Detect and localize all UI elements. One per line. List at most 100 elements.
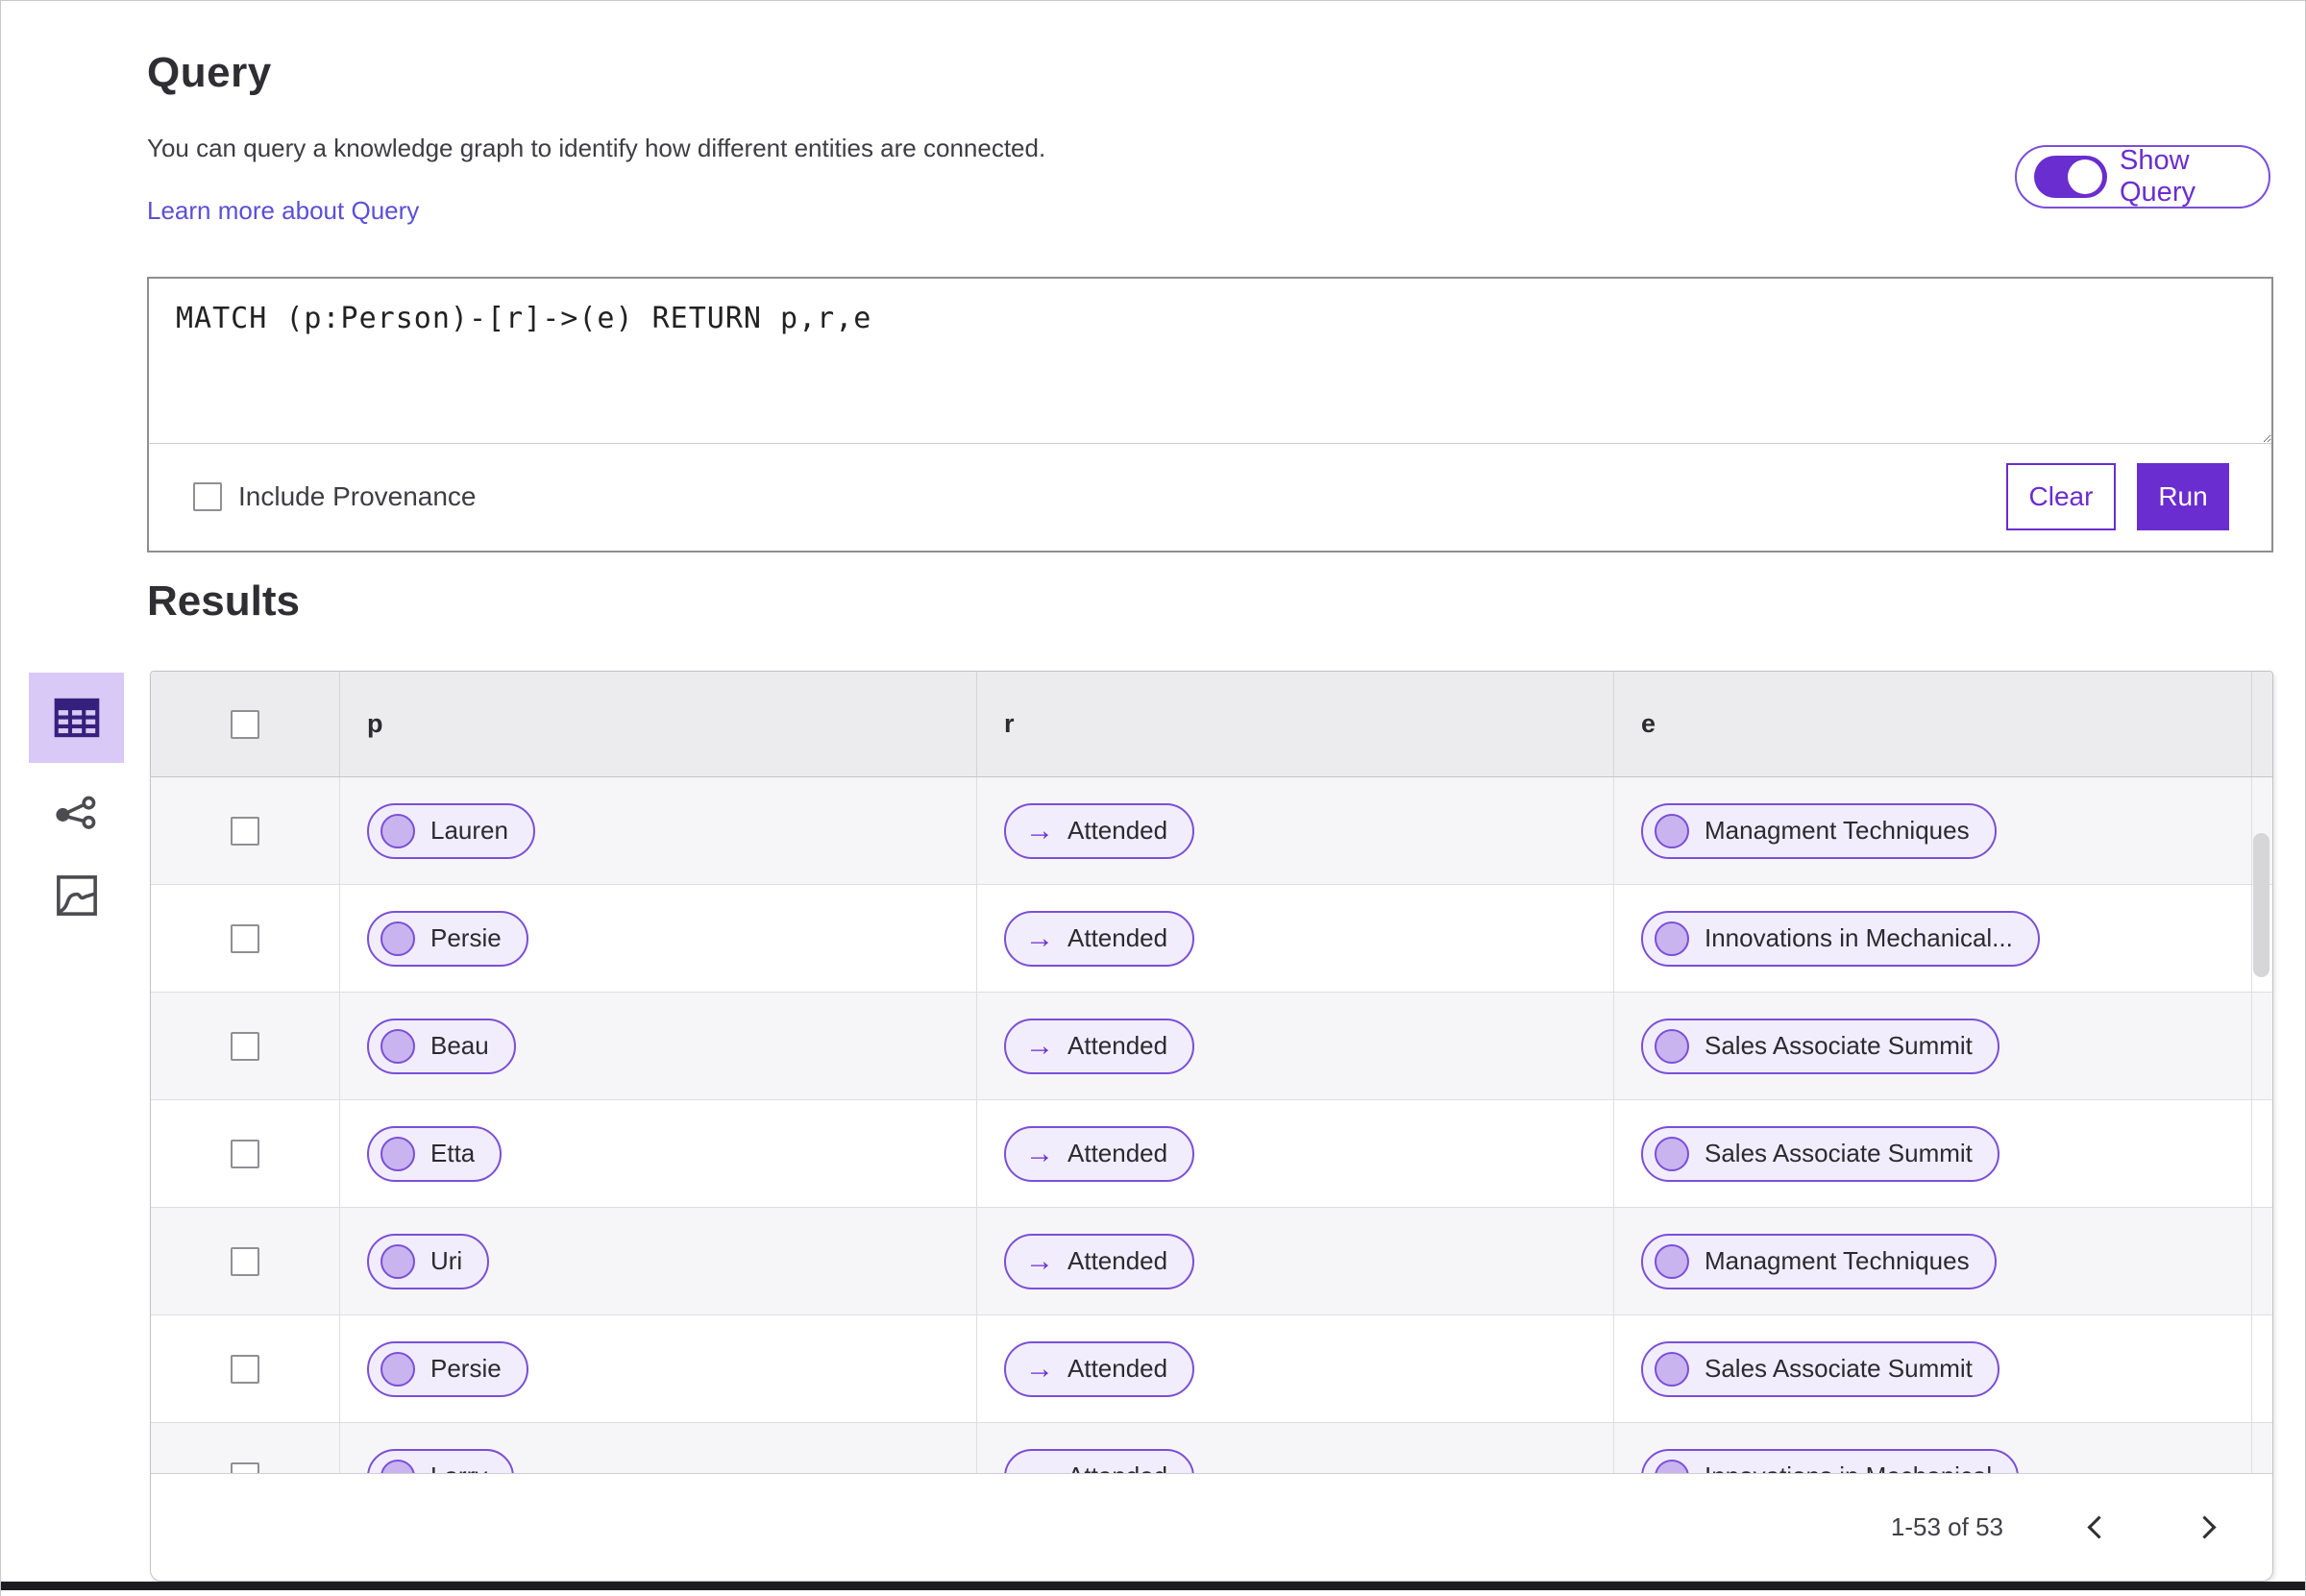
map-view-icon	[51, 870, 103, 921]
row-scrollbar-spacer	[2252, 1100, 2272, 1207]
entity-node-icon	[380, 1351, 415, 1387]
entity-pill[interactable]: Sales Associate Summit	[1641, 1018, 1999, 1074]
cell-p: Etta	[340, 1100, 977, 1207]
chevron-right-icon[interactable]	[2188, 1509, 2226, 1547]
entity-pill[interactable]: Managment Techniques	[1641, 802, 1997, 859]
cell-r: → Attended	[977, 885, 1614, 992]
cell-p: Persie	[340, 1315, 977, 1422]
cell-p: Beau	[340, 993, 977, 1099]
arrow-right-icon: →	[1025, 1352, 1054, 1385]
entity-node-icon	[380, 813, 415, 848]
entity-pill[interactable]: Larry	[367, 1448, 515, 1473]
run-button[interactable]: Run	[2137, 463, 2229, 530]
cell-p: Uri	[340, 1208, 977, 1314]
toggle-switch-icon[interactable]	[2034, 156, 2107, 198]
row-checkbox-cell	[151, 1423, 340, 1473]
row-checkbox-cell	[151, 1208, 340, 1314]
relation-pill[interactable]: → Attended	[1004, 1018, 1195, 1074]
query-actions: Clear Run	[2006, 463, 2229, 530]
toggle-knob	[2068, 160, 2102, 194]
arrow-right-icon: →	[1025, 814, 1054, 847]
row-scrollbar-spacer	[2252, 1208, 2272, 1314]
entity-pill[interactable]: Uri	[367, 1233, 490, 1289]
entity-node-icon	[1655, 1351, 1689, 1387]
entity-pill[interactable]: Persie	[367, 910, 528, 967]
cell-e: Sales Associate Summit	[1614, 1315, 2252, 1422]
entity-node-icon	[1655, 1136, 1689, 1171]
show-query-label: Show Query	[2120, 145, 2196, 208]
row-scrollbar-spacer	[2252, 993, 2272, 1099]
cell-r: → Attended	[977, 1315, 1614, 1422]
table-row: Persie → Attended Innovations in Mechani…	[151, 885, 2272, 993]
entity-pill[interactable]: Sales Associate Summit	[1641, 1340, 1999, 1397]
column-header-p[interactable]: p	[340, 672, 977, 776]
column-header-e[interactable]: e	[1614, 672, 2252, 776]
chevron-left-icon[interactable]	[2076, 1509, 2115, 1547]
include-provenance-option[interactable]: Include Provenance	[193, 481, 477, 512]
row-checkbox[interactable]	[231, 1354, 259, 1384]
entity-pill[interactable]: Lauren	[367, 802, 535, 859]
network-view-icon	[51, 789, 103, 841]
results-table: p r e Lauren → Attended Managment Techni…	[150, 671, 2273, 1582]
learn-more-link[interactable]: Learn more about Query	[147, 196, 419, 226]
page-title: Query	[147, 49, 272, 96]
entity-node-icon	[1655, 813, 1689, 848]
relation-pill[interactable]: → Attended	[1004, 802, 1195, 859]
table-row: Lauren → Attended Managment Techniques	[151, 777, 2272, 885]
entity-pill[interactable]: Managment Techniques	[1641, 1233, 1997, 1289]
entity-pill[interactable]: Innovations in Mechanical...	[1641, 910, 2040, 967]
cell-r: → Attended	[977, 993, 1614, 1099]
cell-r: → Attended	[977, 1423, 1614, 1473]
view-table-button[interactable]	[29, 673, 124, 763]
view-map-button[interactable]	[29, 867, 124, 924]
row-checkbox[interactable]	[231, 1461, 259, 1473]
clear-button[interactable]: Clear	[2006, 463, 2116, 530]
cell-e: Managment Techniques	[1614, 1208, 2252, 1314]
entity-node-icon	[380, 1459, 415, 1473]
entity-pill[interactable]: Persie	[367, 1340, 528, 1397]
view-graph-button[interactable]	[29, 786, 124, 844]
row-checkbox[interactable]	[231, 816, 259, 846]
row-checkbox-cell	[151, 1315, 340, 1422]
arrow-right-icon: →	[1025, 1029, 1054, 1062]
relation-pill[interactable]: → Attended	[1004, 1233, 1195, 1289]
cell-e: Innovations in Mechanical...	[1614, 885, 2252, 992]
table-row: Beau → Attended Sales Associate Summit	[151, 993, 2272, 1100]
cell-p: Lauren	[340, 777, 977, 884]
entity-node-icon	[1655, 921, 1689, 956]
include-provenance-checkbox[interactable]	[193, 482, 222, 511]
row-checkbox[interactable]	[231, 923, 259, 953]
cell-e: Sales Associate Summit	[1614, 1100, 2252, 1207]
row-checkbox-cell	[151, 885, 340, 992]
header-scrollbar-spacer	[2252, 672, 2272, 776]
cell-r: → Attended	[977, 777, 1614, 884]
column-header-r[interactable]: r	[977, 672, 1614, 776]
view-switcher	[29, 673, 124, 924]
entity-node-icon	[380, 1136, 415, 1171]
row-checkbox[interactable]	[231, 1246, 259, 1276]
row-checkbox-cell	[151, 777, 340, 884]
entity-node-icon	[1655, 1028, 1689, 1064]
relation-pill[interactable]: → Attended	[1004, 1340, 1195, 1397]
row-checkbox[interactable]	[231, 1031, 259, 1061]
query-input[interactable]: MATCH (p:Person)-[r]->(e) RETURN p,r,e	[149, 279, 2271, 444]
table-scrollbar[interactable]	[2253, 833, 2269, 977]
entity-pill[interactable]: Sales Associate Summit	[1641, 1125, 1999, 1182]
entity-pill[interactable]: Beau	[367, 1018, 516, 1074]
relation-pill[interactable]: → Attended	[1004, 1448, 1195, 1473]
relation-pill[interactable]: → Attended	[1004, 1125, 1195, 1182]
table-view-icon	[49, 690, 105, 746]
row-scrollbar-spacer	[2252, 1315, 2272, 1422]
table-row: Persie → Attended Sales Associate Summit	[151, 1315, 2272, 1423]
row-checkbox[interactable]	[231, 1139, 259, 1168]
cell-e: Sales Associate Summit	[1614, 993, 2252, 1099]
show-query-toggle[interactable]: Show Query	[2015, 145, 2270, 209]
row-checkbox-cell	[151, 1100, 340, 1207]
cell-e: Managment Techniques	[1614, 777, 2252, 884]
relation-pill[interactable]: → Attended	[1004, 910, 1195, 967]
entity-pill[interactable]: Innovations in Mechanical	[1641, 1448, 2020, 1473]
entity-pill[interactable]: Etta	[367, 1125, 503, 1182]
table-body: Lauren → Attended Managment Techniques P…	[151, 777, 2272, 1473]
page-description: You can query a knowledge graph to ident…	[147, 134, 1046, 162]
select-all-checkbox[interactable]	[231, 709, 259, 739]
